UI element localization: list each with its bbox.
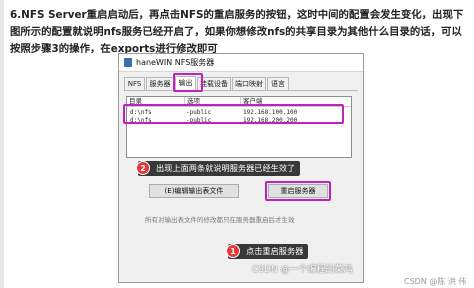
restart-button-highlight (265, 181, 331, 201)
callout-2: 出现上面两条就说明服务器已经生效了 (138, 161, 301, 176)
window-title: haneWIN NFS服务器 (136, 58, 215, 67)
csdn-author-watermark: CSDN @陈 洪 伟 (404, 277, 467, 286)
badge-1: 1 (226, 244, 240, 258)
badge-2: 2 (136, 161, 150, 175)
callout-1: 点击重启服务器 (228, 244, 309, 259)
window-titlebar: haneWIN NFS服务器 (119, 54, 363, 72)
tab-server[interactable]: 服务器 (146, 77, 174, 90)
tab-nfs[interactable]: NFS (124, 77, 145, 90)
tab-port-mapping[interactable]: 端口映射 (232, 77, 266, 90)
rows-highlight (123, 104, 344, 124)
app-icon (124, 58, 132, 67)
tab-divider (124, 90, 358, 91)
csdn-watermark: CSDN @一个编程的菜鸡 (252, 265, 353, 275)
page-left-border (0, 0, 4, 288)
restart-hint: 所有对输出表文件的修改都只在服务器重启后才生效 (145, 216, 295, 224)
tab-language[interactable]: 语言 (267, 77, 289, 90)
edit-exports-button[interactable]: (E)编辑输出表文件 (149, 184, 239, 198)
exports-tab-highlight (173, 73, 203, 92)
instruction-paragraph: 6.NFS Server重启启动后，再点击NFS的重启服务的按钮，这时中间的配置… (10, 9, 464, 55)
